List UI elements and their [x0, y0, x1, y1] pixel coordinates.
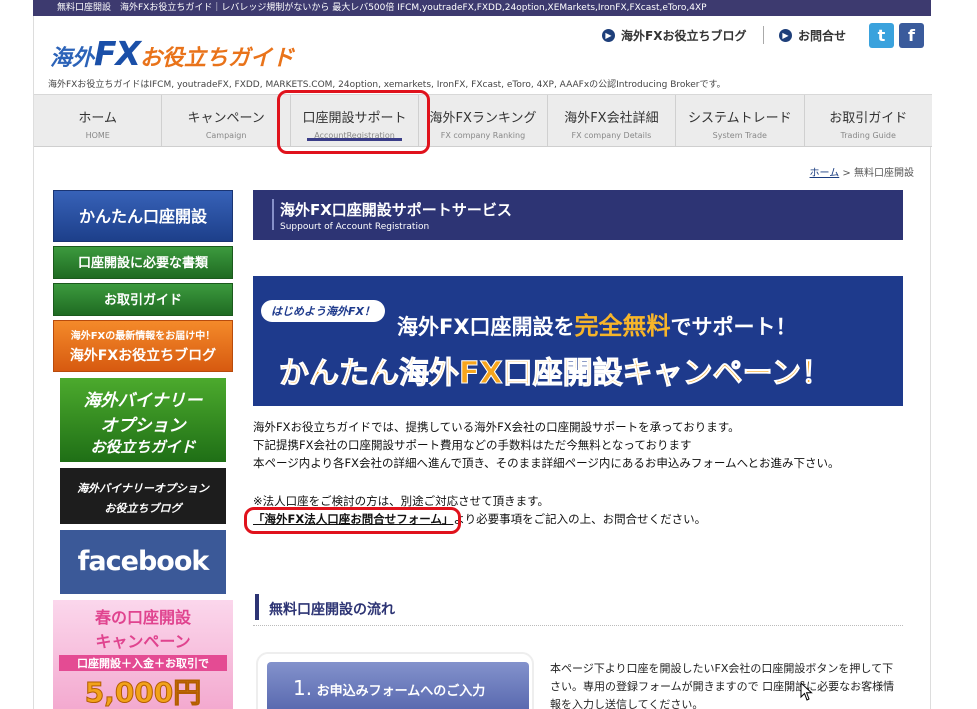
red-highlight-circle: [244, 507, 461, 534]
step-1-description: 本ページ下より口座を開設したいFX会社の口座開設ボタンを押して下さい。専用の登録…: [550, 662, 895, 709]
nav-label-en: HOME: [85, 131, 110, 140]
binary-blog-line1: 海外バイナリーオプション: [77, 482, 209, 495]
nav-item-system-trade[interactable]: システムトレード System Trade: [676, 95, 805, 146]
required-documents-button[interactable]: 口座開設に必要な書類: [53, 246, 233, 279]
header-divider: [763, 26, 764, 44]
logo-text-guide: お役立ちガイド: [140, 46, 295, 71]
spring-campaign-banner[interactable]: 春の口座開設 キャンペーン 口座開設＋入金＋お取引で 5,000円: [53, 600, 233, 709]
section-heading-text: 無料口座開設の流れ: [269, 602, 395, 618]
banner-headline-part3: でサポート！: [670, 315, 797, 339]
nav-label-en: Trading Guide: [840, 131, 896, 140]
spring-banner-line2: キャンペーン: [95, 632, 191, 651]
easy-account-open-button[interactable]: かんたん口座開設: [53, 190, 233, 242]
logo-text-kaigai: 海外: [50, 46, 95, 71]
header-link-contact-label: お問合せ: [798, 29, 847, 43]
main-content: 海外FX口座開設サポートサービス Suppourt of Account Reg…: [244, 190, 903, 709]
blog-banner[interactable]: 海外FXの最新情報をお届け中！ 海外FXお役立ちブログ: [53, 320, 233, 372]
facebook-banner[interactable]: facebook: [60, 530, 226, 594]
breadcrumb: ホーム > 無料口座開設: [810, 164, 914, 179]
header-link-contact[interactable]: ▶ お問合せ: [779, 27, 846, 44]
page-title-bar: 海外FX口座開設サポートサービス Suppourt of Account Reg…: [253, 190, 903, 240]
arrow-bullet-icon: ▶: [779, 29, 792, 42]
binary-guide-banner[interactable]: 海外バイナリー オプション お役立ちガイド: [60, 378, 226, 462]
top-announcement-bar: 無料口座開設 海外FXお役立ちガイド｜レバレッジ規制がないから 最大レバ500倍…: [33, 0, 931, 16]
nav-item-trading-guide[interactable]: お取引ガイド Trading Guide: [805, 95, 932, 146]
blog-banner-big-text: 海外FXお役立ちブログ: [69, 348, 217, 364]
red-highlight-circle: [277, 90, 430, 154]
nav-label-jp: 海外FXランキング: [429, 111, 537, 126]
binary-blog-banner[interactable]: 海外バイナリーオプション お役立ちブログ: [60, 468, 226, 524]
intro-line3: 本ページ内より各FX会社の詳細へ進んで頂き、そのまま詳細ページ内にあるお申込みフ…: [253, 456, 840, 470]
facebook-icon[interactable]: f: [899, 23, 924, 48]
top-announcement-text: 無料口座開設 海外FXお役立ちガイド｜レバレッジ規制がないから 最大レバ500倍…: [57, 3, 707, 13]
nav-label-jp: キャンペーン: [187, 111, 265, 126]
banner-headline-highlight: 完全無料: [574, 312, 671, 340]
section-heading-bar: [255, 594, 259, 620]
nav-item-ranking[interactable]: 海外FXランキング FX company Ranking: [419, 95, 548, 146]
spring-banner-line3: 口座開設＋入金＋お取引で: [59, 655, 227, 671]
banner-tag: はじめよう海外FX！: [261, 300, 385, 322]
step-label: お申込みフォームへのご入力: [316, 684, 486, 699]
binary-blog-line2: お役立ちブログ: [104, 502, 182, 515]
banner-headline-part1: 海外FX口座開設を: [397, 315, 575, 339]
logo-text-fx: FX: [94, 34, 141, 73]
step-1-button[interactable]: 1. お申込みフォームへのご入力: [267, 662, 529, 709]
mouse-cursor-icon: [800, 682, 813, 701]
section-heading: 無料口座開設の流れ: [253, 592, 903, 626]
nav-item-home[interactable]: ホーム HOME: [34, 95, 163, 146]
header-link-blog[interactable]: ▶ 海外FXお役立ちブログ: [602, 27, 746, 44]
intro-line1: 海外FXお役立ちガイドでは、提携している海外FX会社の口座開設サポートを承ってお…: [253, 420, 740, 434]
nav-label-en: FX company Details: [571, 131, 652, 140]
binary-banner-line2: オプション: [100, 416, 186, 436]
breadcrumb-current: 無料口座開設: [854, 168, 914, 179]
site-header: 海外FXお役立ちガイド 海外FXお役立ちガイドはIFCM, youtradeFX…: [34, 16, 932, 94]
breadcrumb-separator: >: [839, 168, 854, 179]
blog-banner-small-text: 海外FXの最新情報をお届け中！: [70, 331, 216, 342]
sidebar: かんたん口座開設 口座開設に必要な書類 お取引ガイド 海外FXの最新情報をお届け…: [53, 190, 233, 709]
spring-banner-amount: 5,000円: [84, 676, 202, 709]
banner-campaign-title: かんたん海外FX口座開設キャンペーン！: [278, 356, 832, 392]
breadcrumb-home-link[interactable]: ホーム: [810, 168, 840, 179]
global-nav: ホーム HOME キャンペーン Campaign 口座開設サポート Accoun…: [34, 94, 932, 147]
nav-item-company-details[interactable]: 海外FX会社詳細 FX company Details: [548, 95, 677, 146]
header-link-blog-label: 海外FXお役立ちブログ: [621, 29, 747, 43]
binary-banner-line1: 海外バイナリー: [83, 391, 203, 411]
page-container: 海外FXお役立ちガイド 海外FXお役立ちガイドはIFCM, youtradeFX…: [33, 16, 932, 709]
site-tagline: 海外FXお役立ちガイドはIFCM, youtradeFX, FXDD, MARK…: [48, 80, 726, 90]
campaign-banner: はじめよう海外FX！ 海外FX口座開設を完全無料でサポート！ かんたん海外FX口…: [253, 276, 903, 406]
banner-headline: 海外FX口座開設を完全無料でサポート！: [397, 306, 797, 341]
nav-label-en: Campaign: [205, 131, 247, 140]
nav-label-jp: 海外FX会社詳細: [564, 111, 659, 126]
page-title: 海外FX口座開設サポートサービス: [280, 201, 512, 219]
step-1-frame: 1. お申込みフォームへのご入力: [256, 652, 534, 709]
nav-label-jp: お取引ガイド: [829, 111, 908, 126]
intro-line2: 下記提携FX会社の口座開設サポート費用などの手数料はただ今無料となっております: [253, 438, 692, 452]
nav-label-jp: システムトレード: [688, 111, 792, 126]
nav-label-en: FX company Ranking: [440, 131, 526, 140]
site-logo[interactable]: 海外FXお役立ちガイド: [50, 34, 294, 73]
twitter-icon[interactable]: t: [869, 23, 894, 48]
spring-banner-line1: 春の口座開設: [94, 608, 191, 627]
arrow-bullet-icon: ▶: [602, 29, 615, 42]
nav-label-en: System Trade: [712, 131, 767, 140]
trading-guide-button[interactable]: お取引ガイド: [53, 283, 233, 316]
corporate-form-after: より必要事項をご記入の上、お問合せください。: [453, 512, 707, 526]
binary-banner-line3: お役立ちガイド: [90, 438, 196, 456]
page-subtitle: Suppourt of Account Registration: [280, 222, 430, 232]
nav-label-jp: ホーム: [78, 111, 118, 126]
nav-item-campaign[interactable]: キャンペーン Campaign: [162, 95, 291, 146]
step-number: 1.: [293, 676, 313, 700]
